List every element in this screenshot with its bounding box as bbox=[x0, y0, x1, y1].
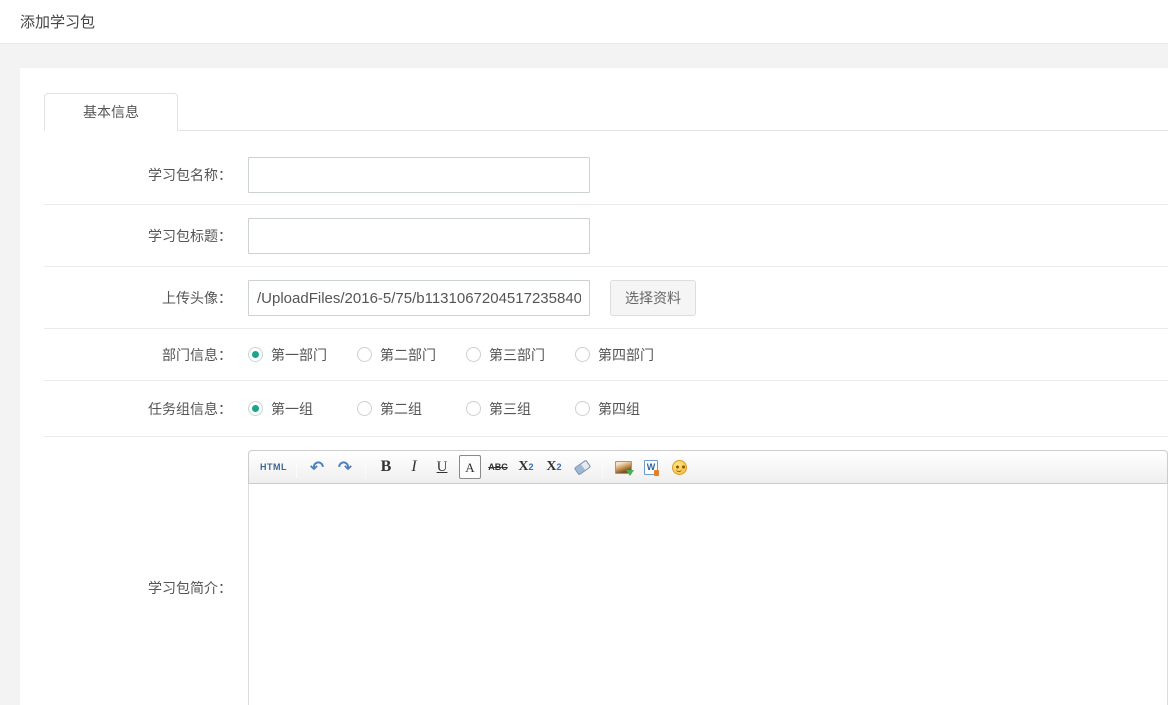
subscript-icon[interactable]: X2 bbox=[543, 455, 565, 479]
radio-option[interactable]: 第四部门 bbox=[575, 345, 684, 365]
package-title-label: 学习包标题： bbox=[44, 226, 232, 246]
radio-option[interactable]: 第四组 bbox=[575, 399, 684, 419]
form-row-avatar: 上传头像： 选择资料 bbox=[44, 267, 1168, 329]
emoticon-icon[interactable] bbox=[668, 455, 690, 479]
italic-icon[interactable]: I bbox=[403, 455, 425, 479]
form-row-package-title: 学习包标题： bbox=[44, 205, 1168, 267]
radio-unselected-icon[interactable] bbox=[357, 401, 372, 416]
underline-icon[interactable]: U bbox=[431, 455, 453, 479]
radio-label: 第二部门 bbox=[380, 345, 436, 365]
radio-option[interactable]: 第三部门 bbox=[466, 345, 575, 365]
task-group-radio-group: 第一组 第二组 第三组 第四组 bbox=[248, 399, 684, 419]
tab-bar: 基本信息 bbox=[44, 93, 1168, 131]
select-material-button[interactable]: 选择资料 bbox=[610, 280, 696, 316]
form-row-package-name: 学习包名称： bbox=[44, 131, 1168, 205]
insert-image-icon[interactable] bbox=[612, 455, 634, 479]
page-header: 添加学习包 bbox=[0, 0, 1168, 44]
page-title: 添加学习包 bbox=[20, 11, 95, 32]
radio-option[interactable]: 第一组 bbox=[248, 399, 357, 419]
basic-info-form: 学习包名称： 学习包标题： 上传头像： 选择资料 部门信息： 第一部门第二部门第… bbox=[20, 131, 1168, 705]
radio-label: 第四部门 bbox=[598, 345, 654, 365]
task-group-label: 任务组信息： bbox=[44, 399, 232, 419]
form-row-intro: 学习包简介： HTML ↶↷ BIUA ABC X2X2 W bbox=[44, 437, 1168, 705]
paste-from-word-icon[interactable]: W bbox=[640, 455, 662, 479]
radio-selected-icon[interactable] bbox=[248, 347, 263, 362]
package-name-input[interactable] bbox=[248, 157, 590, 193]
editor-toolbar: HTML ↶↷ BIUA ABC X2X2 W bbox=[248, 450, 1168, 484]
toolbar-separator bbox=[296, 456, 297, 478]
form-row-task-group: 任务组信息： 第一组 第二组 第三组 第四组 bbox=[44, 381, 1168, 437]
radio-unselected-icon[interactable] bbox=[466, 347, 481, 362]
radio-option[interactable]: 第三组 bbox=[466, 399, 575, 419]
undo-icon[interactable]: ↶ bbox=[306, 455, 328, 479]
avatar-path-input[interactable] bbox=[248, 280, 590, 316]
radio-option[interactable]: 第一部门 bbox=[248, 345, 357, 365]
redo-icon[interactable]: ↷ bbox=[334, 455, 356, 479]
radio-option[interactable]: 第二组 bbox=[357, 399, 466, 419]
content-card: 基本信息 学习包名称： 学习包标题： 上传头像： 选择资料 部门信息： 第一部门… bbox=[20, 68, 1168, 705]
remove-format-icon[interactable] bbox=[571, 455, 593, 479]
package-title-input[interactable] bbox=[248, 218, 590, 254]
superscript-icon[interactable]: X2 bbox=[515, 455, 537, 479]
form-row-department: 部门信息： 第一部门 第二部门 第三部门 第四部门 bbox=[44, 329, 1168, 381]
radio-unselected-icon[interactable] bbox=[357, 347, 372, 362]
radio-option[interactable]: 第二部门 bbox=[357, 345, 466, 365]
strikethrough-icon[interactable]: ABC bbox=[487, 455, 509, 479]
bold-icon[interactable]: B bbox=[375, 455, 397, 479]
radio-selected-icon[interactable] bbox=[248, 401, 263, 416]
avatar-label: 上传头像： bbox=[44, 288, 232, 308]
intro-label: 学习包简介： bbox=[44, 578, 232, 598]
radio-unselected-icon[interactable] bbox=[575, 347, 590, 362]
radio-label: 第二组 bbox=[380, 399, 422, 419]
department-radio-group: 第一部门 第二部门 第三部门 第四部门 bbox=[248, 345, 684, 365]
radio-unselected-icon[interactable] bbox=[466, 401, 481, 416]
html-source-icon[interactable]: HTML bbox=[260, 455, 287, 479]
department-label: 部门信息： bbox=[44, 345, 232, 365]
radio-label: 第四组 bbox=[598, 399, 640, 419]
font-color-icon[interactable]: A bbox=[459, 455, 481, 479]
radio-label: 第三部门 bbox=[489, 345, 545, 365]
radio-label: 第一部门 bbox=[271, 345, 327, 365]
radio-unselected-icon[interactable] bbox=[575, 401, 590, 416]
editor-content-area[interactable] bbox=[248, 484, 1168, 705]
radio-label: 第一组 bbox=[271, 399, 313, 419]
toolbar-separator bbox=[602, 456, 603, 478]
tab-basic-info[interactable]: 基本信息 bbox=[44, 93, 178, 131]
package-name-label: 学习包名称： bbox=[44, 165, 232, 185]
radio-label: 第三组 bbox=[489, 399, 531, 419]
toolbar-separator bbox=[365, 456, 366, 478]
rich-text-editor: HTML ↶↷ BIUA ABC X2X2 W bbox=[248, 450, 1168, 705]
